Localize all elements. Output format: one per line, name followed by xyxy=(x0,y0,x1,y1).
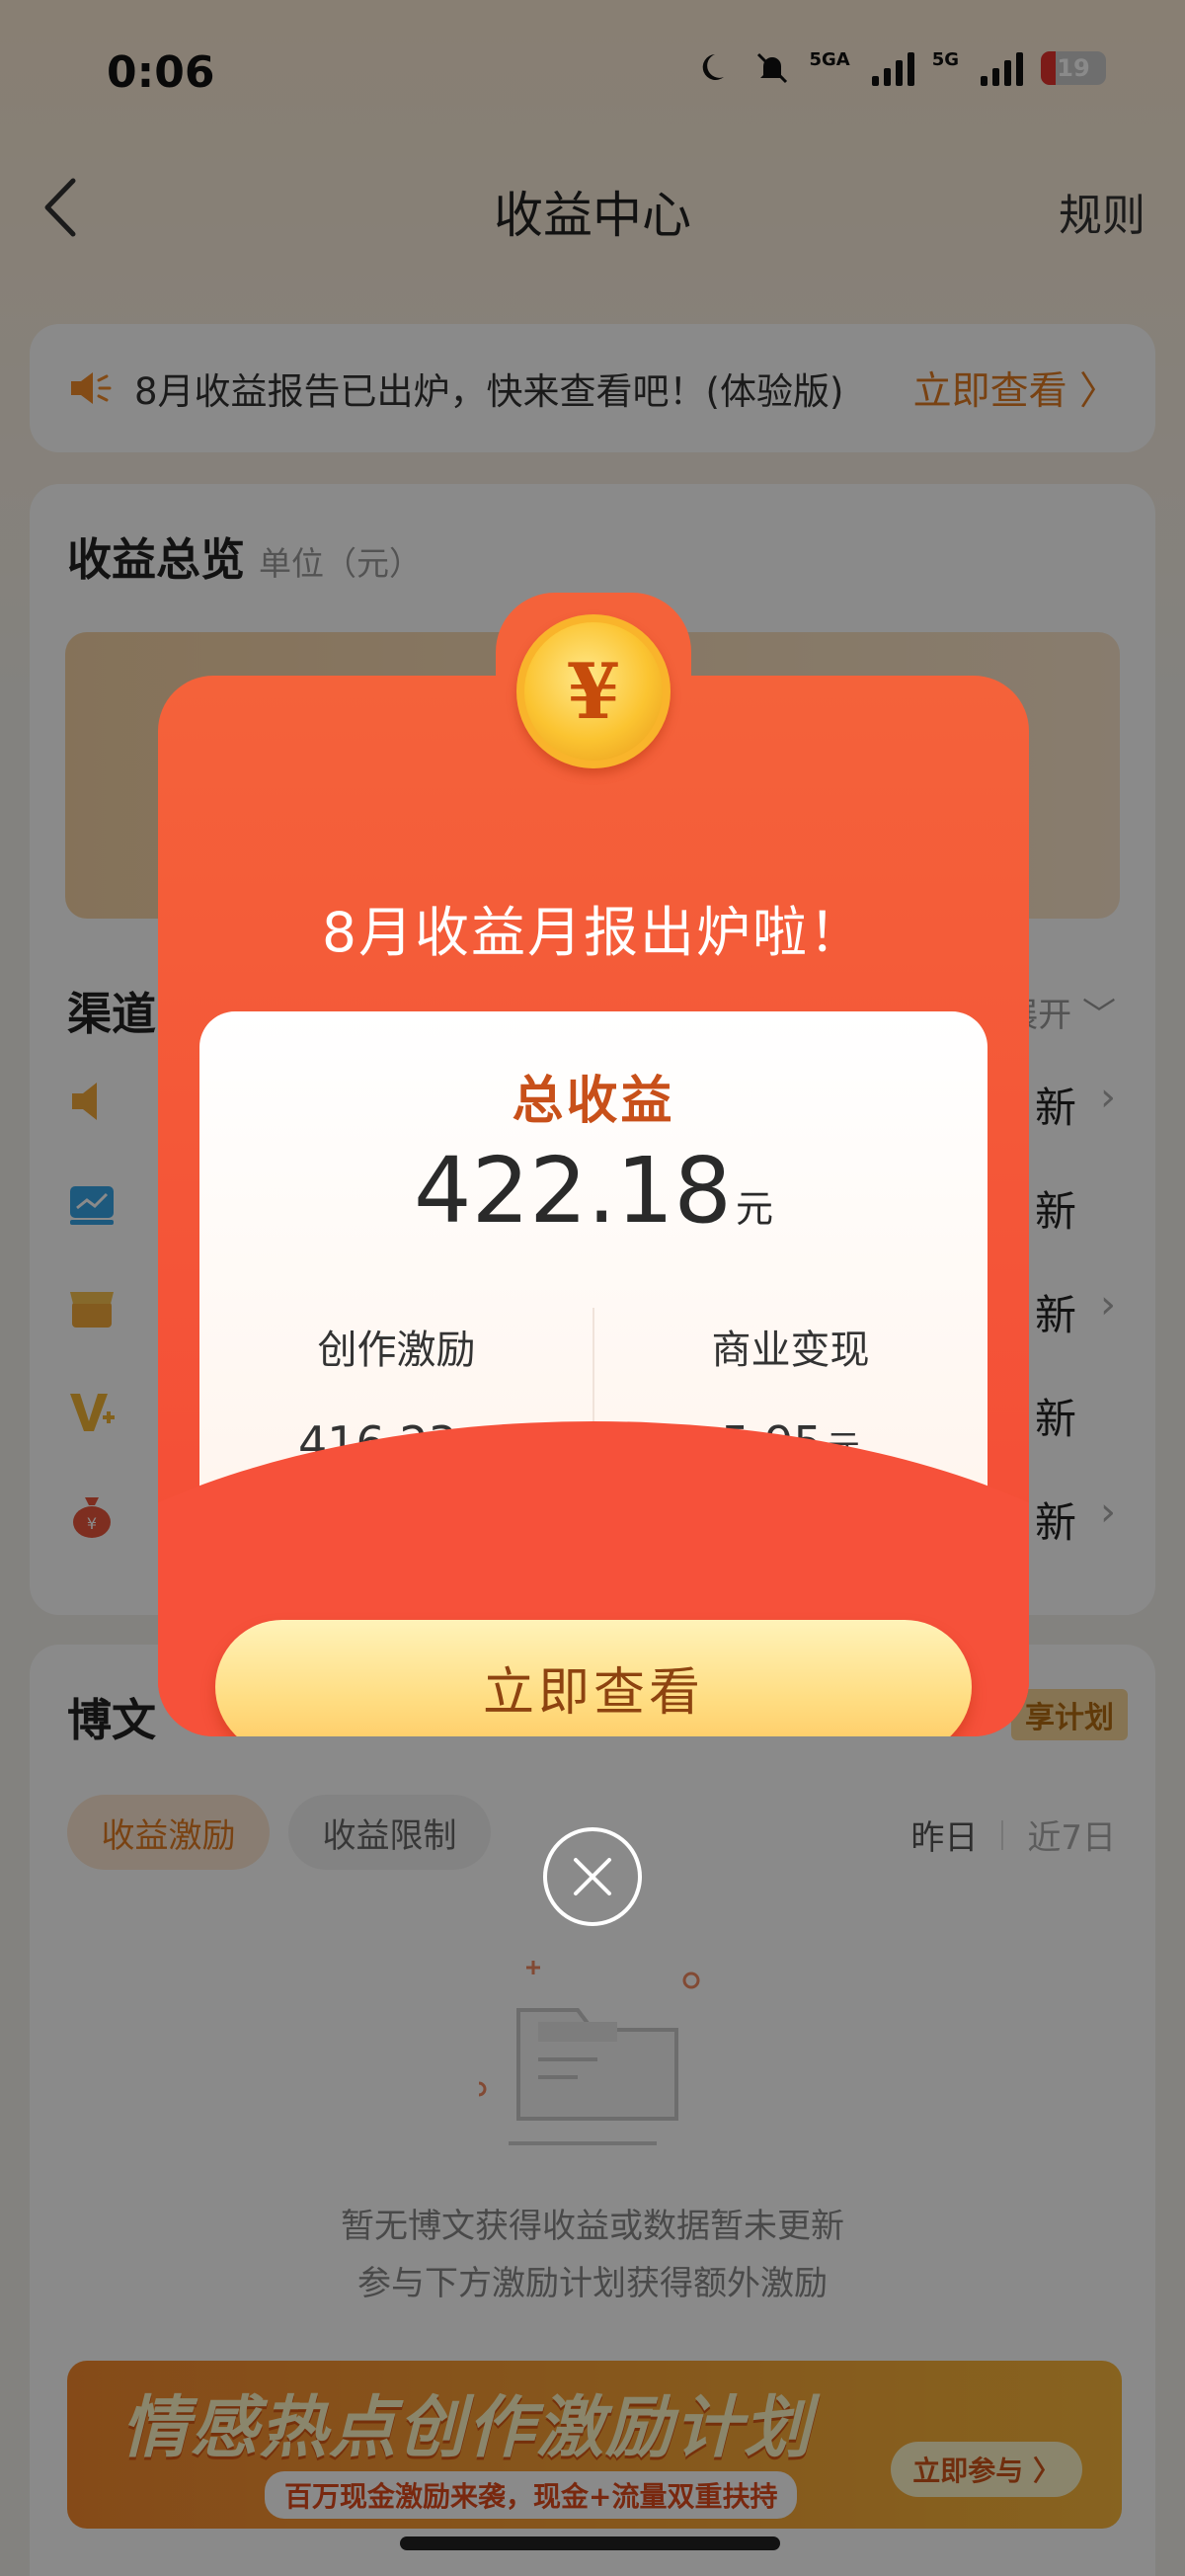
view-now-button[interactable]: 立即查看 xyxy=(215,1620,972,1736)
total-earnings-value: 422.18 xyxy=(414,1138,732,1244)
modal-headline: 8月收益月报出炉啦！ xyxy=(322,901,865,964)
coin-symbol: ¥ xyxy=(566,646,621,737)
monthly-report-modal: 8月收益月报出炉啦！ 总收益 422.18元 创作激励 416.23元 商业变现… xyxy=(158,593,1029,1736)
close-icon[interactable] xyxy=(543,1827,642,1926)
creation-incentive-label: 创作激励 xyxy=(317,1328,476,1373)
total-earnings: 422.18 元 xyxy=(199,1138,988,1244)
coin-icon: ¥ xyxy=(516,614,671,768)
total-earnings-label: 总收益 xyxy=(512,1072,675,1131)
earnings-center-page: 0:06 5GA 5G 19 收益中心 规则 8月收益报告已出炉，快来查看吧！(… xyxy=(0,0,1185,2576)
commercial-monetization-label: 商业变现 xyxy=(711,1328,870,1373)
modal-body: 8月收益月报出炉啦！ 总收益 422.18元 创作激励 416.23元 商业变现… xyxy=(158,676,1029,1736)
total-earnings-unit: 元 xyxy=(735,1187,773,1231)
